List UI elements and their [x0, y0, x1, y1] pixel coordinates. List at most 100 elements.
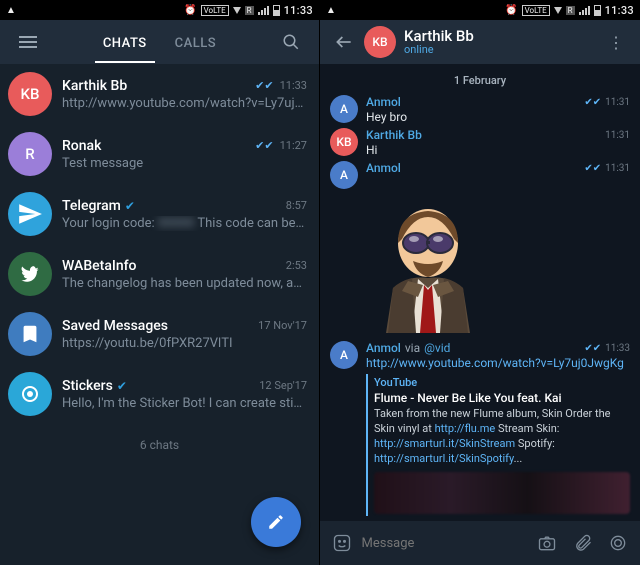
mic-button[interactable]	[603, 533, 635, 553]
search-button[interactable]	[271, 33, 311, 51]
chat-preview: Hello, I'm the Sticker Bot! I can create…	[62, 396, 307, 411]
message-sender: Karthik Bb	[366, 128, 422, 142]
tab-chats[interactable]: CHATS	[89, 22, 161, 63]
chat-avatar	[8, 312, 52, 356]
chat-name: WABetaInfo	[62, 258, 137, 274]
link-preview[interactable]: YouTube Flume - Never Be Like You feat. K…	[366, 374, 630, 516]
chat-count: 6 chats	[0, 424, 319, 466]
chat-name: Karthik Bb	[62, 78, 127, 94]
message-time: 11:31	[605, 130, 630, 141]
emoji-button[interactable]	[326, 533, 358, 553]
verified-icon: ✔	[125, 199, 135, 213]
chat-time: 8:57	[286, 199, 307, 212]
preview-link[interactable]: http://smarturl.it/SkinSpotify	[374, 452, 514, 465]
read-checks-icon: ✔✔	[255, 139, 273, 152]
chat-time: 2:53	[286, 259, 307, 272]
chat-list[interactable]: KB Karthik Bb ✔✔ 11:33 http://www.youtube.co…	[0, 64, 319, 424]
status-bar-left: ▲ ⏰ VoLTE R 11:33	[0, 0, 319, 20]
message-sender: Anmol	[366, 341, 401, 355]
attach-button[interactable]	[567, 533, 599, 553]
sticker[interactable]	[358, 193, 498, 333]
alarm-icon: ⏰	[184, 5, 196, 16]
read-checks-icon: ✔✔	[584, 343, 601, 354]
chat-time: 17 Nov'17	[258, 319, 307, 332]
message-sender: Anmol	[366, 95, 401, 109]
message-avatar: A	[330, 161, 358, 189]
chat-row[interactable]: WABetaInfo 2:53 The changelog has been upd…	[0, 244, 319, 304]
message-time: 11:31	[605, 97, 630, 108]
preview-link[interactable]: http://smarturl.it/SkinStream	[374, 437, 515, 450]
chat-row[interactable]: Telegram✔8:57Your login code: 00000 This…	[0, 184, 319, 244]
status-clock: 11:33	[284, 4, 313, 17]
chat-time: 11:27	[280, 139, 307, 152]
preview-site: YouTube	[374, 376, 630, 389]
back-arrow-icon	[334, 32, 354, 52]
preview-thumbnail	[374, 472, 630, 514]
message-avatar: A	[330, 341, 358, 369]
chat-time: 11:33	[280, 79, 307, 92]
conversation-avatar[interactable]: KB	[364, 26, 396, 58]
pencil-icon	[267, 513, 285, 531]
message-input[interactable]	[362, 536, 528, 551]
lte-icon	[233, 7, 241, 14]
more-vert-icon: ⋮	[608, 33, 624, 52]
read-checks-icon: ✔✔	[584, 163, 601, 174]
image-indicator-icon: ▲	[326, 5, 336, 16]
chat-preview: https://youtu.be/0fPXR27VlTI	[62, 336, 307, 351]
more-button[interactable]: ⋮	[596, 33, 636, 52]
chat-name: Saved Messages	[62, 318, 168, 334]
search-icon	[282, 33, 300, 51]
message-time: 11:31	[605, 163, 630, 174]
smile-icon	[332, 533, 352, 553]
roaming-icon: R	[566, 6, 575, 15]
preview-link[interactable]: http://flu.me	[435, 422, 496, 435]
chat-preview: The changelog has been updated now, addi…	[62, 276, 307, 291]
conversation-title: Karthik Bb	[404, 28, 596, 45]
message-sender: Anmol	[366, 161, 401, 175]
status-clock: 11:33	[605, 4, 634, 17]
chat-row[interactable]: RRonak✔✔11:27Test message	[0, 124, 319, 184]
chat-avatar: KB	[8, 72, 52, 116]
battery-icon	[273, 5, 280, 16]
chat-row[interactable]: KB Karthik Bb ✔✔ 11:33 http://www.youtube.co…	[0, 64, 319, 124]
chat-name: Telegram	[62, 198, 121, 214]
message-text: Hey bro	[366, 110, 630, 124]
chat-name: Stickers	[62, 378, 113, 394]
message-row[interactable]: AAnmol via @vid✔✔ 11:33http://www.youtub…	[320, 339, 640, 518]
menu-button[interactable]	[8, 33, 48, 51]
chat-avatar	[8, 252, 52, 296]
message-row[interactable]: A Anmol ✔✔ 11:31	[320, 159, 640, 191]
compose-fab[interactable]	[251, 497, 301, 547]
camera-button[interactable]	[532, 533, 564, 553]
chat-row[interactable]: Saved Messages 17 Nov'17 https://youtu.be/…	[0, 304, 319, 364]
mic-icon	[608, 533, 628, 553]
chat-avatar: R	[8, 132, 52, 176]
chat-row[interactable]: Stickers✔12 Sep'17Hello, I'm the Sticker…	[0, 364, 319, 424]
chat-avatar	[8, 192, 52, 236]
message-row[interactable]: KBKarthik Bb11:31Hi	[320, 126, 640, 159]
lte-icon	[554, 7, 562, 14]
paperclip-icon	[573, 533, 593, 553]
chat-list-pane: ▲ ⏰ VoLTE R 11:33 CHATS CALLS KB Karthik …	[0, 0, 320, 565]
message-avatar: A	[330, 95, 358, 123]
message-time: 11:33	[605, 343, 630, 354]
volte-icon: VoLTE	[522, 5, 550, 16]
via-bot[interactable]: @vid	[424, 341, 450, 355]
hamburger-icon	[19, 33, 37, 51]
chat-preview: http://www.youtube.com/watch?v=Ly7uj0Jw…	[62, 96, 307, 111]
read-checks-icon: ✔✔	[255, 79, 273, 92]
message-link[interactable]: http://www.youtube.com/watch?v=Ly7uj0Jwg…	[366, 356, 630, 370]
conversation-title-block[interactable]: Karthik Bb online	[404, 28, 596, 57]
signal-icon	[579, 6, 590, 15]
tab-calls[interactable]: CALLS	[161, 22, 231, 63]
signal-icon	[258, 6, 269, 15]
conversation-header: KB Karthik Bb online ⋮	[320, 20, 640, 64]
message-area[interactable]: 1 February AAnmol✔✔ 11:31Hey broKBKarthi…	[320, 64, 640, 521]
tabs: CHATS CALLS	[48, 22, 271, 63]
chat-avatar	[8, 372, 52, 416]
message-row[interactable]: AAnmol✔✔ 11:31Hey bro	[320, 93, 640, 126]
battery-icon	[594, 5, 601, 16]
left-header: CHATS CALLS	[0, 20, 319, 64]
back-button[interactable]	[324, 32, 364, 52]
preview-title: Flume - Never Be Like You feat. Kai	[374, 391, 630, 405]
